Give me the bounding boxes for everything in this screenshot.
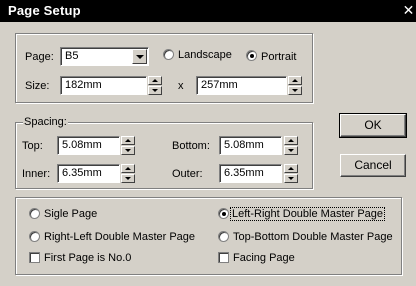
arrow-down-icon[interactable] [284,146,298,155]
arrow-down-icon[interactable] [284,174,298,183]
arrow-down-icon[interactable] [121,174,135,183]
portrait-label[interactable]: Portrait [261,51,296,63]
inner-margin-value: 6.35mm [62,167,102,179]
landscape-label[interactable]: Landscape [178,49,232,61]
close-icon[interactable]: ✕ [401,2,416,18]
left-right-master-radio[interactable] [218,208,229,219]
top-label: Top: [22,140,43,152]
page-height-spinner[interactable] [288,76,302,95]
top-bottom-master-label[interactable]: Top-Bottom Double Master Page [233,231,393,243]
bottom-margin-field[interactable]: 5.08mm [219,136,282,155]
top-margin-field[interactable]: 5.08mm [57,136,120,155]
left-right-master-label[interactable]: Left-Right Double Master Page [229,207,386,221]
page-size-select[interactable]: B5 [60,47,149,66]
outer-margin-field[interactable]: 6.35mm [219,164,282,183]
arrow-up-icon[interactable] [148,76,162,85]
arrow-down-icon[interactable] [121,146,135,155]
outer-label: Outer: [172,168,203,180]
right-left-master-radio[interactable] [29,231,40,242]
facing-page-checkbox[interactable] [218,252,229,263]
spacing-legend: Spacing: [23,116,68,128]
title-bar: Page Setup ✕ [0,0,416,22]
facing-page-label[interactable]: Facing Page [233,252,295,264]
arrow-up-icon[interactable] [284,136,298,145]
window-title: Page Setup [8,3,81,18]
single-page-radio[interactable] [29,208,40,219]
outer-margin-spinner[interactable] [284,164,298,183]
arrow-down-icon[interactable] [288,86,302,95]
portrait-radio[interactable] [246,50,257,61]
first-page-no0-label[interactable]: First Page is No.0 [44,252,131,264]
inner-label: Inner: [22,168,51,180]
inner-margin-spinner[interactable] [121,164,135,183]
outer-margin-value: 6.35mm [224,167,264,179]
arrow-up-icon[interactable] [121,136,135,145]
size-label: Size: [25,80,50,92]
chevron-down-icon[interactable] [132,49,147,64]
page-width-field[interactable]: 182mm [60,76,147,95]
inner-margin-field[interactable]: 6.35mm [57,164,120,183]
arrow-up-icon[interactable] [288,76,302,85]
page-width-spinner[interactable] [148,76,162,95]
page-size-value: B5 [65,50,79,62]
page-height-field[interactable]: 257mm [196,76,287,95]
cancel-button[interactable]: Cancel [340,154,406,177]
bottom-label: Bottom: [172,140,210,152]
top-margin-value: 5.08mm [62,139,102,151]
single-page-label[interactable]: Sigle Page [44,208,97,220]
landscape-radio[interactable] [163,49,174,60]
times-label: x [178,80,184,92]
page-width-value: 182mm [65,79,102,91]
page-height-value: 257mm [201,79,238,91]
first-page-no0-checkbox[interactable] [29,252,40,263]
top-bottom-master-radio[interactable] [218,231,229,242]
top-margin-spinner[interactable] [121,136,135,155]
page-label: Page: [25,51,54,63]
arrow-down-icon[interactable] [148,86,162,95]
bottom-margin-value: 5.08mm [224,139,264,151]
right-left-master-label[interactable]: Right-Left Double Master Page [44,231,195,243]
arrow-up-icon[interactable] [284,164,298,173]
bottom-margin-spinner[interactable] [284,136,298,155]
arrow-up-icon[interactable] [121,164,135,173]
ok-button[interactable]: OK [339,113,407,138]
